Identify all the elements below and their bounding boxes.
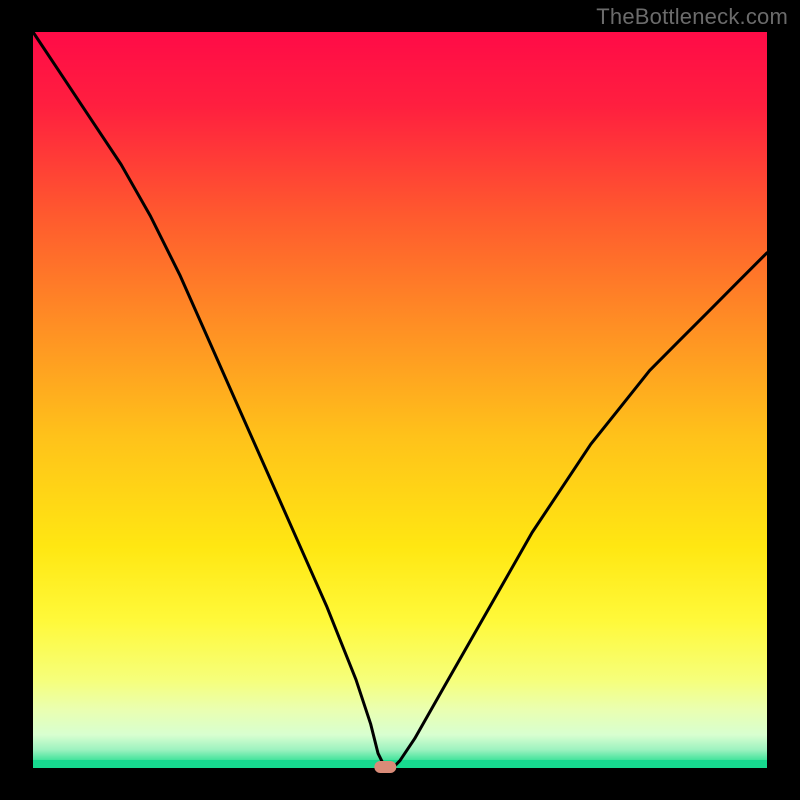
bottleneck-chart <box>0 0 800 800</box>
chart-gradient-bg <box>33 32 767 768</box>
min-marker <box>374 761 396 773</box>
watermark-text: TheBottleneck.com <box>596 4 788 30</box>
chart-container: TheBottleneck.com <box>0 0 800 800</box>
